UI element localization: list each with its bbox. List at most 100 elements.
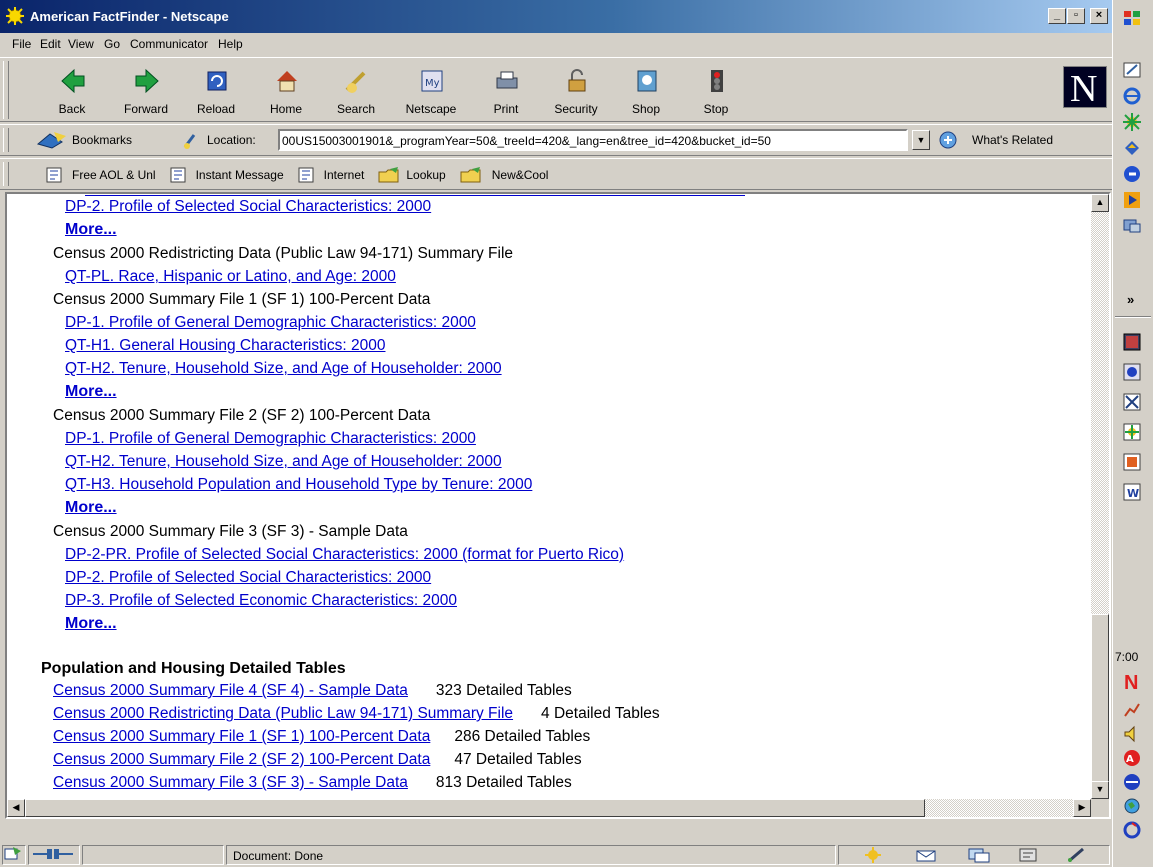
component-bar[interactable] <box>2 845 26 865</box>
link-qt-pl[interactable]: QT-PL. Race, Hispanic or Latino, and Age… <box>65 268 396 286</box>
scroll-left-button[interactable]: ◀ <box>7 799 25 817</box>
menu-communicator[interactable]: Communicator <box>130 37 208 51</box>
outlook-icon[interactable] <box>1122 138 1142 158</box>
link-dp2-social[interactable]: DP-2. Profile of Selected Social Charact… <box>65 198 431 216</box>
tray-speaker-icon[interactable] <box>1122 724 1142 744</box>
media-player-icon[interactable] <box>1122 190 1142 210</box>
link-dp2-sf3[interactable]: DP-2. Profile of Selected Social Charact… <box>65 569 431 587</box>
more-link[interactable]: More... <box>65 615 117 633</box>
security-button[interactable]: Security <box>544 62 608 120</box>
arrow-up-icon: ▲ <box>1095 197 1105 207</box>
personal-item-free-aol[interactable]: Free AOL & Unl <box>46 167 156 183</box>
address-book-component-icon[interactable] <box>1017 847 1039 863</box>
bookmarks-icon[interactable] <box>36 130 68 150</box>
system-clock[interactable]: 7:00 <box>1115 650 1138 664</box>
internet-explorer-icon[interactable] <box>1122 86 1142 106</box>
print-button[interactable]: Print <box>474 62 538 120</box>
back-button[interactable]: Back <box>40 62 104 120</box>
task-tools-icon[interactable] <box>1122 392 1142 412</box>
netscape-button[interactable]: My Netscape <box>399 62 463 120</box>
netscape-throbber-logo[interactable]: N <box>1063 66 1107 108</box>
personal-item-lookup[interactable]: Lookup <box>378 167 446 183</box>
more-link[interactable]: More... <box>65 383 117 401</box>
horizontal-scrollbar[interactable]: ◀ ▶ <box>7 799 1091 817</box>
link-dp2-pr[interactable]: DP-2-PR. Profile of Selected Social Char… <box>65 546 624 564</box>
detailed-link-sf4[interactable]: Census 2000 Summary File 4 (SF 4) - Samp… <box>53 682 408 699</box>
bookmarks-button[interactable]: Bookmarks <box>72 133 132 147</box>
forward-button[interactable]: Forward <box>114 62 178 120</box>
detailed-link-sf3[interactable]: Census 2000 Summary File 3 (SF 3) - Samp… <box>53 774 408 791</box>
location-pin-icon[interactable] <box>182 131 202 151</box>
task-app-icon[interactable] <box>1122 362 1142 382</box>
tray-antivirus-icon[interactable]: A <box>1122 748 1142 768</box>
menu-go[interactable]: Go <box>104 37 120 51</box>
stop-button[interactable]: Stop <box>684 62 748 120</box>
detailed-row: Census 2000 Summary File 3 (SF 3) - Samp… <box>53 774 572 792</box>
link-qt-h1[interactable]: QT-H1. General Housing Characteristics: … <box>65 337 385 355</box>
desktop-icon[interactable] <box>1122 60 1142 80</box>
location-url-input[interactable]: 00US15003001901&_programYear=50&_treeId=… <box>278 129 908 151</box>
minimize-button[interactable]: _ <box>1048 8 1066 24</box>
messenger-icon[interactable] <box>1122 164 1142 184</box>
maximize-button[interactable]: ▫ <box>1067 8 1085 24</box>
menu-edit[interactable]: Edit <box>40 37 61 51</box>
task-word-icon[interactable]: W <box>1122 482 1142 502</box>
link-qt-h3[interactable]: QT-H3. Household Population and Househol… <box>65 476 532 494</box>
search-button[interactable]: Search <box>324 62 388 120</box>
more-link[interactable]: More... <box>65 221 117 239</box>
navigator-component-icon[interactable] <box>863 847 883 863</box>
title-bar[interactable]: American FactFinder - Netscape _ ▫ × <box>0 0 1112 33</box>
location-dropdown-button[interactable]: ▼ <box>912 130 930 150</box>
windows-start-icon[interactable] <box>1122 8 1142 28</box>
personal-item-internet[interactable]: Internet <box>298 167 364 183</box>
more-link[interactable]: More... <box>65 499 117 517</box>
toolbar-grip[interactable] <box>3 128 9 152</box>
netscape-quicklaunch-icon[interactable] <box>1122 112 1142 132</box>
personal-item-new-cool[interactable]: New&Cool <box>460 167 548 183</box>
network-icon[interactable] <box>1122 216 1142 236</box>
close-button[interactable]: × <box>1090 8 1108 24</box>
quicklaunch-more-button[interactable]: » <box>1127 292 1134 307</box>
menu-help[interactable]: Help <box>218 37 243 51</box>
horizontal-scroll-thumb[interactable] <box>25 799 925 817</box>
detailed-link-sf1[interactable]: Census 2000 Summary File 1 (SF 1) 100-Pe… <box>53 728 430 745</box>
navigator-icon <box>4 847 21 860</box>
tray-network-icon[interactable] <box>1122 772 1142 792</box>
task-powerpoint-icon[interactable] <box>1122 452 1142 472</box>
scroll-down-button[interactable]: ▼ <box>1091 781 1109 799</box>
mail-component-icon[interactable] <box>915 847 939 863</box>
toolbar-grip[interactable] <box>3 162 9 186</box>
detailed-link-sf2[interactable]: Census 2000 Summary File 2 (SF 2) 100-Pe… <box>53 751 430 768</box>
tray-update-icon[interactable] <box>1122 820 1142 840</box>
tray-netscape-icon[interactable]: N <box>1124 672 1138 695</box>
plug-icon <box>33 849 73 859</box>
menu-view[interactable]: View <box>68 37 94 51</box>
whats-related-button[interactable]: What's Related <box>972 133 1053 147</box>
personal-item-instant-message[interactable]: Instant Message <box>170 167 284 183</box>
whats-related-icon[interactable] <box>938 130 966 150</box>
scroll-right-button[interactable]: ▶ <box>1073 799 1091 817</box>
link-dp3[interactable]: DP-3. Profile of Selected Economic Chara… <box>65 592 457 610</box>
composer-component-icon[interactable] <box>1065 847 1089 863</box>
tray-globe-icon[interactable] <box>1122 796 1142 816</box>
task-window-icon[interactable] <box>1122 332 1142 352</box>
link-dp1-sf1[interactable]: DP-1. Profile of General Demographic Cha… <box>65 314 476 332</box>
detailed-count: 286 Detailed Tables <box>454 728 591 745</box>
vertical-scrollbar[interactable]: ▲ ▼ <box>1091 194 1109 817</box>
discussion-component-icon[interactable] <box>967 847 991 863</box>
shop-button[interactable]: Shop <box>614 62 678 120</box>
link-dp1-sf2[interactable]: DP-1. Profile of General Demographic Cha… <box>65 430 476 448</box>
toolbar-grip[interactable] <box>3 61 9 119</box>
reload-button[interactable]: Reload <box>184 62 248 120</box>
task-netscape-icon[interactable] <box>1122 422 1142 442</box>
link-qt-h2-sf2[interactable]: QT-H2. Tenure, Household Size, and Age o… <box>65 453 502 471</box>
component-icons <box>838 845 1110 865</box>
scroll-up-button[interactable]: ▲ <box>1091 194 1109 212</box>
folder-icon <box>378 167 399 183</box>
link-qt-h2-sf1[interactable]: QT-H2. Tenure, Household Size, and Age o… <box>65 360 502 378</box>
menu-file[interactable]: File <box>12 37 31 51</box>
detailed-link-redistricting[interactable]: Census 2000 Redistricting Data (Public L… <box>53 705 513 722</box>
home-button[interactable]: Home <box>254 62 318 120</box>
tray-chart-icon[interactable] <box>1122 700 1142 720</box>
vertical-scroll-thumb[interactable] <box>1091 614 1109 794</box>
